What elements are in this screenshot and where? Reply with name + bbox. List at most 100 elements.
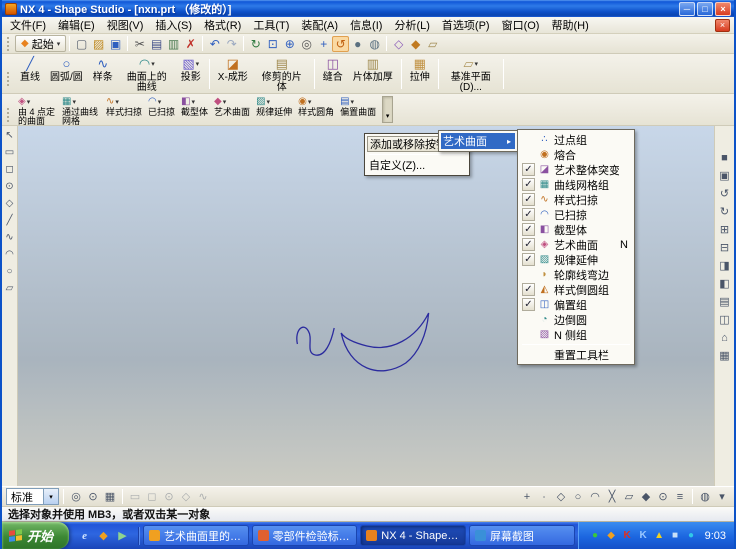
- menu-item-edit[interactable]: 编辑(E): [52, 16, 101, 34]
- rectangle-select-icon[interactable]: ▭: [3, 146, 16, 159]
- snap-end-point-icon[interactable]: +: [519, 489, 535, 504]
- tray-icon-3[interactable]: K: [621, 529, 634, 542]
- general-filter-icon[interactable]: ▦: [102, 489, 118, 504]
- zoom-icon[interactable]: ◎: [298, 36, 315, 52]
- shaded-mode-icon[interactable]: ▦: [717, 348, 733, 363]
- four-point-surface-tool[interactable]: ◈ ▾ 由 4 点定的曲面: [15, 94, 59, 127]
- toolbar-grip[interactable]: [7, 36, 12, 51]
- law-extension-tool[interactable]: ▨ ▾ 规律延伸: [253, 94, 295, 118]
- sew-tool[interactable]: ◫ 缝合: [318, 54, 348, 84]
- snap-toggle-icon[interactable]: ◍: [697, 489, 713, 504]
- minimize-button[interactable]: ─: [679, 1, 695, 16]
- menu-item-edge-blend[interactable]: ◔ 边倒圆: [520, 312, 632, 327]
- taskbar-task-3-active[interactable]: NX 4 - Shape Studio -...: [360, 525, 466, 546]
- dropdown-arrow-icon[interactable]: ▾: [475, 60, 479, 68]
- line-tool[interactable]: ╱ 直线: [15, 54, 45, 84]
- tray-icon-5[interactable]: ▲: [653, 529, 666, 542]
- snap-point-on-curve-icon[interactable]: ◆: [638, 489, 654, 504]
- dropdown-arrow-icon[interactable]: ▾: [158, 98, 162, 106]
- rotate-view-icon[interactable]: ↺: [717, 186, 733, 201]
- dropdown-arrow-icon[interactable]: ▾: [267, 98, 271, 106]
- wireframe-view-icon[interactable]: ◍: [366, 36, 383, 52]
- curve-on-surface-tool[interactable]: ◠ ▾ 曲面上的曲线: [118, 54, 176, 94]
- tray-icon-6[interactable]: ■: [669, 529, 682, 542]
- section-body-tool[interactable]: ◧ ▾ 截型体: [178, 94, 211, 118]
- dropdown-arrow-icon[interactable]: ▾: [308, 98, 312, 106]
- snap-quadrant-icon[interactable]: ◠: [587, 489, 603, 504]
- left-view-icon[interactable]: ◧: [717, 276, 733, 291]
- swept-tool[interactable]: ◠ ▾ 已扫掠: [145, 94, 178, 118]
- close-button[interactable]: ×: [715, 1, 731, 16]
- top-view-icon[interactable]: ⊟: [717, 240, 733, 255]
- menu-item-fuse[interactable]: ◉ 熔合: [520, 147, 632, 162]
- menu-item-file[interactable]: 文件(F): [4, 16, 52, 34]
- snap-arc-center-icon[interactable]: ○: [570, 489, 586, 504]
- undo-icon[interactable]: ↶: [206, 36, 223, 52]
- snap-existing-point-icon[interactable]: ▱: [621, 489, 637, 504]
- combo-dropdown-icon[interactable]: ▾: [43, 489, 58, 504]
- menu-item-help[interactable]: 帮助(H): [545, 16, 594, 34]
- tray-icon-1[interactable]: ●: [589, 529, 602, 542]
- show-desktop-icon[interactable]: ◆: [96, 528, 111, 543]
- start-menu-button[interactable]: ◆ 起始 ▾: [15, 35, 67, 52]
- dropdown-arrow-icon[interactable]: ▾: [151, 60, 155, 68]
- pan-icon[interactable]: +: [315, 36, 332, 52]
- spline-tool-icon[interactable]: ∿: [3, 231, 16, 244]
- menu-item-n-sided-group[interactable]: ▧ N 侧组: [520, 327, 632, 342]
- menu-item-preferences[interactable]: 首选项(P): [436, 16, 496, 34]
- snap-grid-icon[interactable]: ≡: [672, 489, 688, 504]
- pan-view-icon[interactable]: ↻: [717, 204, 733, 219]
- offset-surface-tool[interactable]: ▤ ▾ 偏置曲面: [337, 94, 379, 118]
- toolbar-grip[interactable]: [7, 107, 12, 122]
- cut-icon[interactable]: ✂: [131, 36, 148, 52]
- menu-item-analysis[interactable]: 分析(L): [388, 16, 435, 34]
- extrude-tool[interactable]: ▦ 拉伸: [405, 54, 435, 84]
- dropdown-arrow-icon[interactable]: ▾: [27, 98, 31, 106]
- menu-item-curve-mesh-group[interactable]: ✓ ▦ 曲线网格组: [520, 177, 632, 192]
- rotate-icon[interactable]: ↺: [332, 35, 350, 52]
- menu-item-styled-sweep[interactable]: ✓ ∿ 样式扫掠: [520, 192, 632, 207]
- selbar-options-icon[interactable]: ▾: [714, 489, 730, 504]
- save-icon[interactable]: ▣: [107, 36, 124, 52]
- chain-curves-icon[interactable]: ∿: [195, 489, 211, 504]
- delete-icon[interactable]: ✗: [182, 36, 199, 52]
- datum-tool-icon[interactable]: ⊙: [3, 180, 16, 193]
- dropdown-arrow-icon[interactable]: ▾: [351, 98, 355, 106]
- point-tool-icon[interactable]: ◻: [3, 163, 16, 176]
- menu-item-assemblies[interactable]: 装配(A): [295, 16, 344, 34]
- open-icon[interactable]: ▨: [90, 36, 107, 52]
- snap-control-point-icon[interactable]: ◇: [553, 489, 569, 504]
- home-view-icon[interactable]: ⌂: [717, 330, 733, 345]
- dropdown-arrow-icon[interactable]: ▾: [191, 98, 195, 106]
- studio-surface-tool[interactable]: ◆ ▾ 艺术曲面: [211, 94, 253, 118]
- menu-item-offset-group[interactable]: ✓ ◫ 偏置组: [520, 297, 632, 312]
- magnify-icon[interactable]: ◎: [68, 489, 84, 504]
- curve-rule-icon[interactable]: ◇: [178, 489, 194, 504]
- right-view-icon[interactable]: ◨: [717, 258, 733, 273]
- tray-icon-7[interactable]: ●: [685, 529, 698, 542]
- trimmed-sheet-tool[interactable]: ▤ 修剪的片体: [253, 54, 311, 94]
- maximize-button[interactable]: □: [697, 1, 713, 16]
- arc-tool-icon[interactable]: ◠: [3, 248, 16, 261]
- circle-tool-icon[interactable]: ○: [3, 265, 16, 278]
- menu-item-window[interactable]: 窗口(O): [496, 16, 546, 34]
- through-curve-mesh-tool[interactable]: ▦ ▾ 通过曲线网格: [59, 94, 103, 127]
- sheet-tool-icon[interactable]: ▱: [3, 282, 16, 295]
- shaded-view-icon[interactable]: ●: [349, 36, 366, 52]
- datum-display-icon[interactable]: ▱: [424, 36, 441, 52]
- dropdown-arrow-icon[interactable]: ▾: [196, 60, 200, 68]
- body-rule-icon[interactable]: ◻: [144, 489, 160, 504]
- copy-icon[interactable]: ▤: [148, 36, 165, 52]
- plane-tool-icon[interactable]: ◇: [3, 197, 16, 210]
- menu-item-format[interactable]: 格式(R): [198, 16, 247, 34]
- menu-item-reset-toolbar[interactable]: 重置工具栏: [520, 347, 632, 362]
- fit-view-icon[interactable]: ■: [717, 150, 733, 165]
- refresh-icon[interactable]: ↻: [247, 36, 264, 52]
- menu-item-view[interactable]: 视图(V): [101, 16, 150, 34]
- zoom-in-icon[interactable]: ⊕: [281, 36, 298, 52]
- new-part-icon[interactable]: ▢: [73, 36, 90, 52]
- menu-item-studio-surface-toolbar[interactable]: 艺术曲面 ▸: [441, 133, 515, 149]
- snap-intersection-icon[interactable]: ╳: [604, 489, 620, 504]
- dropdown-arrow-icon[interactable]: ▾: [72, 98, 76, 106]
- tray-icon-4[interactable]: K: [637, 529, 650, 542]
